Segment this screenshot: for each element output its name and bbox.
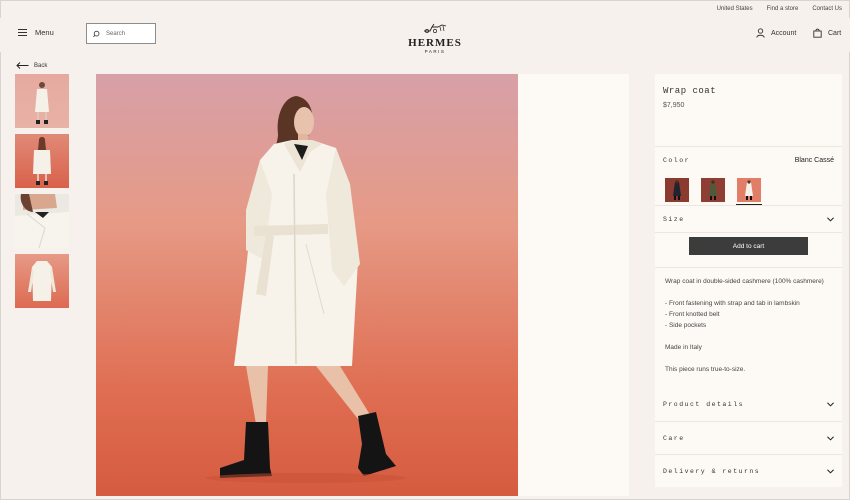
add-to-cart-button[interactable]: Add to cart [689, 237, 808, 255]
utility-bar: United States Find a store Contact Us [717, 6, 842, 12]
color-swatches [655, 173, 842, 205]
thumbnail-flat-view[interactable] [15, 254, 69, 308]
cart-label: Cart [828, 29, 842, 37]
accordion-label: Delivery & returns [663, 467, 761, 475]
color-value: Blanc Cassé [794, 156, 834, 164]
color-row: Color Blanc Cassé [655, 147, 842, 173]
menu-button[interactable]: Menu [18, 28, 54, 37]
search-icon [93, 30, 100, 37]
logo-brand: HERMES [408, 37, 462, 49]
find-store-link[interactable]: Find a store [767, 6, 799, 12]
color-label: Color [663, 156, 691, 164]
chevron-down-icon [827, 402, 834, 407]
product-price: $7,950 [663, 102, 685, 109]
fit-text: This piece runs true-to-size. [665, 366, 746, 373]
hamburger-icon [18, 29, 27, 36]
thumbnail-back-view[interactable] [15, 134, 69, 188]
feature-item: - Front fastening with strap and tab in … [665, 300, 800, 307]
menu-label: Menu [35, 28, 54, 37]
bag-icon [813, 28, 822, 38]
country-link[interactable]: United States [717, 6, 753, 12]
search-placeholder: Search [106, 30, 126, 37]
product-title: Wrap coat [663, 86, 717, 96]
swatch-olive[interactable] [701, 178, 725, 205]
product-description: Wrap coat in double-sided cashmere (100%… [655, 268, 842, 398]
product-accordions: Product details Care Delivery & returns [655, 388, 842, 487]
origin-text: Made in Italy [665, 344, 702, 351]
search-input[interactable]: Search [86, 23, 156, 44]
contact-link[interactable]: Contact Us [812, 6, 842, 12]
chevron-down-icon [827, 468, 834, 474]
account-label: Account [771, 29, 797, 37]
back-button[interactable]: Back [16, 62, 47, 69]
thumbnail-list [15, 74, 69, 314]
accordion-product-details[interactable]: Product details [655, 388, 842, 421]
swatch-dark-navy[interactable] [665, 178, 689, 205]
accordion-label: Care [663, 434, 685, 442]
user-icon [756, 28, 765, 38]
accordion-delivery-returns[interactable]: Delivery & returns [655, 454, 842, 487]
chevron-down-icon [827, 435, 834, 441]
size-label: Size [663, 215, 685, 223]
arrow-left-icon [16, 62, 29, 69]
site-header: Menu Search HERMES PARIS Account Cart [0, 18, 850, 54]
feature-list: - Front fastening with strap and tab in … [665, 298, 832, 331]
cart-button[interactable]: Cart [813, 28, 841, 38]
image-side-panel [518, 74, 629, 496]
thumbnail-detail-view[interactable] [15, 194, 69, 248]
account-button[interactable]: Account [756, 28, 796, 38]
carriage-logo-icon [424, 23, 447, 33]
feature-item: - Front knotted belt [665, 311, 720, 318]
accordion-care[interactable]: Care [655, 421, 842, 454]
brand-logo[interactable]: HERMES PARIS [405, 20, 465, 54]
description-text: Wrap coat in double-sided cashmere (100%… [665, 278, 824, 285]
product-main-image[interactable] [96, 74, 518, 496]
size-selector[interactable]: Size [655, 206, 842, 232]
accordion-label: Product details [663, 401, 745, 408]
product-info-panel: Wrap coat $7,950 Color Blanc Cassé Size … [655, 74, 842, 398]
swatch-blanc-casse[interactable] [736, 178, 762, 205]
feature-item: - Side pockets [665, 322, 707, 329]
back-label: Back [34, 62, 48, 69]
logo-city: PARIS [424, 49, 446, 54]
thumbnail-front-view[interactable] [15, 74, 69, 128]
chevron-down-icon [827, 216, 834, 222]
